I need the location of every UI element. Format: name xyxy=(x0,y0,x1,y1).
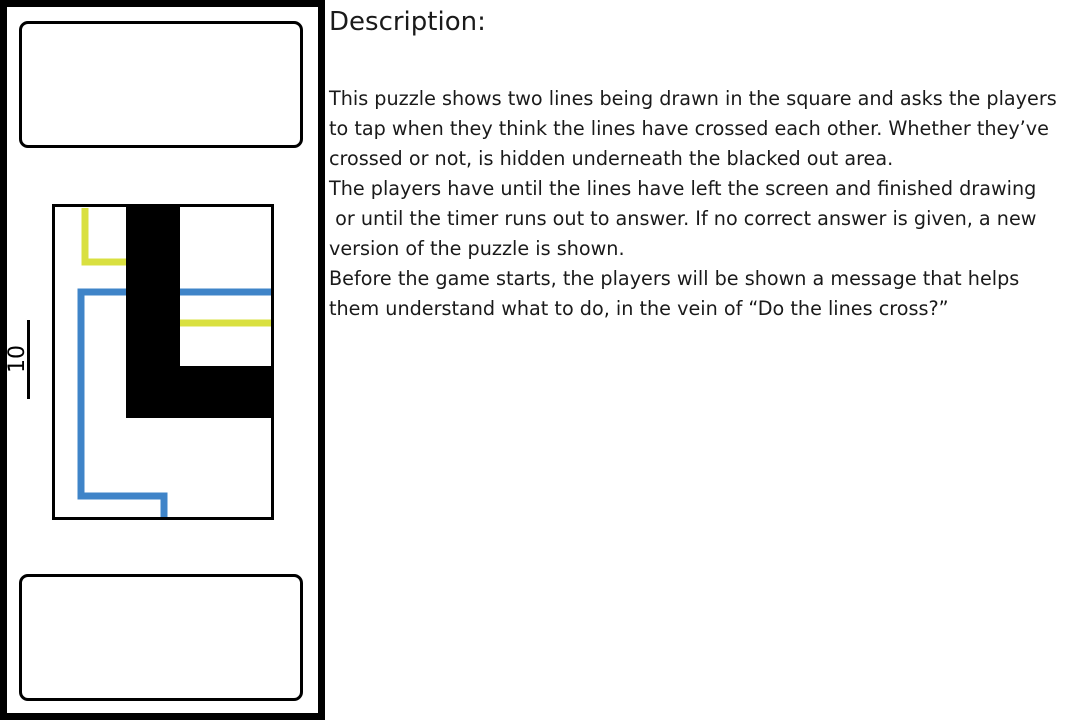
description-line: to tap when they think the lines have cr… xyxy=(329,117,1049,140)
description-line: crossed or not, is hidden underneath the… xyxy=(329,147,894,170)
description-panel: Description: This puzzle shows two lines… xyxy=(329,4,1077,324)
description-line: This puzzle shows two lines being drawn … xyxy=(329,87,1057,110)
description-line: version of the puzzle is shown. xyxy=(329,237,625,260)
timer-value: 10 xyxy=(5,345,30,373)
description-title: Description: xyxy=(329,7,486,37)
description-line: Before the game starts, the players will… xyxy=(329,267,1020,290)
description-line: The players have until the lines have le… xyxy=(329,177,1037,200)
description-line: them understand what to do, in the vein … xyxy=(329,297,949,320)
bottom-answer-panel[interactable] xyxy=(19,574,303,701)
top-answer-panel[interactable] xyxy=(19,21,303,148)
description-line: or until the timer runs out to answer. I… xyxy=(329,207,1037,230)
puzzle-board[interactable] xyxy=(52,204,274,520)
